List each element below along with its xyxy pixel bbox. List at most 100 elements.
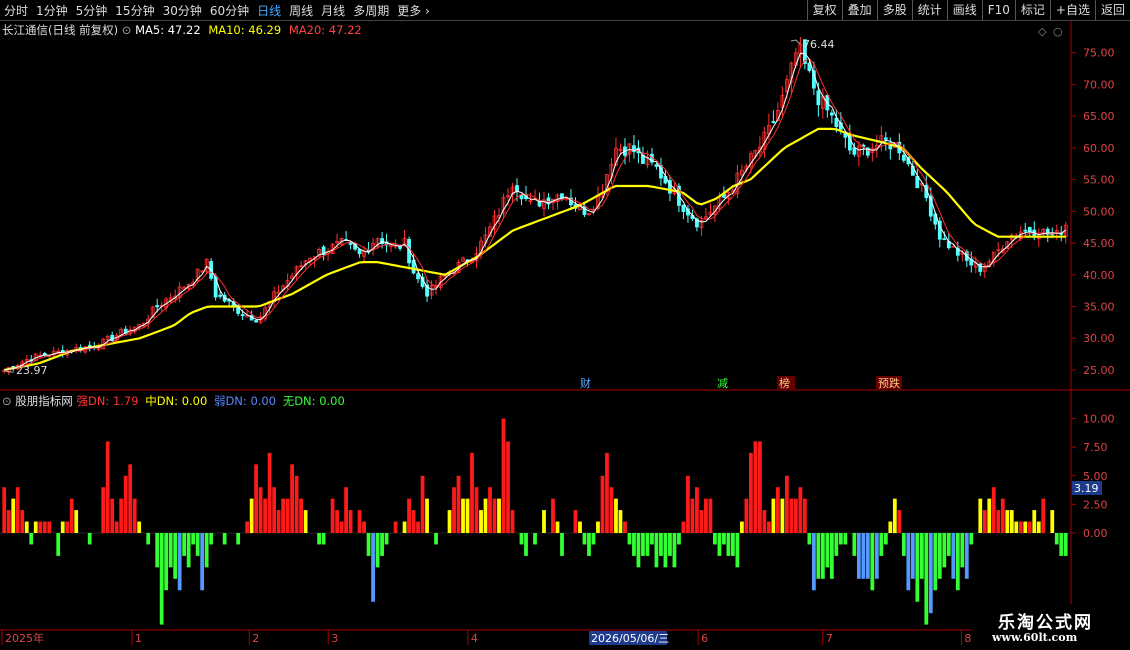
positive-bar <box>330 498 335 533</box>
positive-bar <box>996 510 1001 533</box>
diamond-icon[interactable]: ◇ <box>1038 25 1047 38</box>
positive-bar <box>474 487 479 533</box>
positive-bar <box>1023 521 1028 533</box>
positive-bar <box>623 521 627 533</box>
positive-bar <box>1014 521 1019 533</box>
negative-bar <box>371 533 375 602</box>
negative-bar <box>87 533 92 545</box>
candle-body <box>348 242 353 245</box>
negative-bar <box>209 533 214 545</box>
negative-bar <box>901 533 906 556</box>
indicator-tick-label: 10.00 <box>1083 413 1115 426</box>
negative-bar <box>560 533 564 556</box>
positive-bar <box>780 498 785 533</box>
event-label-bang: 榜 <box>779 376 790 390</box>
positive-bar <box>65 521 70 533</box>
negative-bar <box>829 533 834 579</box>
positive-bar <box>1009 510 1014 533</box>
positive-bar <box>24 521 29 533</box>
negative-bar <box>663 533 668 568</box>
positive-bar <box>339 521 344 533</box>
positive-bar <box>978 498 983 533</box>
date-label: 2025年 <box>5 631 44 645</box>
positive-bar <box>479 510 483 533</box>
candle-body <box>87 344 92 347</box>
positive-bar <box>578 521 582 533</box>
negative-bar <box>668 533 672 556</box>
positive-bar <box>690 498 695 533</box>
negative-bar <box>946 533 951 556</box>
negative-bar <box>906 533 911 591</box>
positive-bar <box>1018 521 1023 533</box>
negative-bar <box>1054 533 1059 545</box>
watermark-url: www.60lt.com <box>992 631 1078 644</box>
chart-canvas[interactable]: 25.0030.0035.0040.0045.0050.0055.0060.00… <box>0 0 1130 650</box>
candle-body <box>915 176 920 189</box>
date-label: 6 <box>701 632 708 645</box>
negative-bar <box>677 533 681 545</box>
candle-body <box>654 164 659 167</box>
price-tick-label: 50.00 <box>1083 205 1115 218</box>
positive-bar <box>987 498 992 533</box>
negative-bar <box>645 533 650 556</box>
negative-bar <box>204 533 209 568</box>
date-label: 4 <box>471 632 478 645</box>
circle-icon[interactable]: ○ <box>1053 25 1063 38</box>
positive-bar <box>1050 510 1055 533</box>
negative-bar <box>155 533 160 568</box>
negative-bar <box>856 533 861 579</box>
positive-bar <box>461 498 465 533</box>
positive-bar <box>285 498 290 533</box>
negative-bar <box>236 533 241 545</box>
positive-bar <box>470 452 474 533</box>
positive-bar <box>1005 510 1010 533</box>
positive-bar <box>614 498 618 533</box>
negative-bar <box>834 533 839 556</box>
ma5-label: MA5: 47.22 <box>135 23 201 37</box>
positive-bar <box>254 464 259 533</box>
negative-bar <box>29 533 34 545</box>
negative-bar <box>879 533 884 556</box>
positive-bar <box>991 487 996 533</box>
positive-bar <box>600 475 605 533</box>
positive-bar <box>47 521 52 533</box>
negative-bar <box>870 533 875 591</box>
positive-bar <box>542 510 546 533</box>
indicator-bars <box>2 418 1068 625</box>
positive-bar <box>506 441 510 533</box>
positive-bar <box>281 498 286 533</box>
negative-bar <box>159 533 164 625</box>
indicator-expand-icon[interactable]: ⊙ <box>2 394 12 408</box>
candle-body <box>240 314 245 317</box>
negative-bar <box>195 533 200 556</box>
ma10-label: MA10: 46.29 <box>208 23 282 37</box>
date-label: 1 <box>135 632 142 645</box>
positive-bar <box>771 498 776 533</box>
negative-bar <box>1063 533 1068 556</box>
date-label: 8 <box>964 632 971 645</box>
price-tick-label: 60.00 <box>1083 142 1115 155</box>
positive-bar <box>744 498 749 533</box>
positive-bar <box>15 487 20 533</box>
positive-bar <box>982 510 987 533</box>
positive-bar <box>749 452 753 533</box>
watermark-title: 乐淘公式网 <box>998 613 1093 633</box>
positive-bar <box>708 498 713 533</box>
negative-bar <box>735 533 740 568</box>
positive-bar <box>888 521 893 533</box>
negative-bar <box>173 533 178 579</box>
negative-bar <box>937 533 942 579</box>
positive-bar <box>789 498 794 533</box>
positive-bar <box>483 498 488 533</box>
positive-bar <box>20 510 25 533</box>
positive-bar <box>69 498 74 533</box>
expand-icon[interactable]: ⊙ <box>122 23 132 37</box>
indicator-tick-label: 7.50 <box>1083 441 1108 454</box>
price-tick-label: 55.00 <box>1083 174 1115 187</box>
negative-bar <box>942 533 947 568</box>
negative-bar <box>222 533 227 545</box>
positive-bar <box>416 521 420 533</box>
indicator-title: 股朋指标网 <box>15 394 73 408</box>
positive-bar <box>1041 498 1046 533</box>
date-label: 2 <box>252 632 259 645</box>
